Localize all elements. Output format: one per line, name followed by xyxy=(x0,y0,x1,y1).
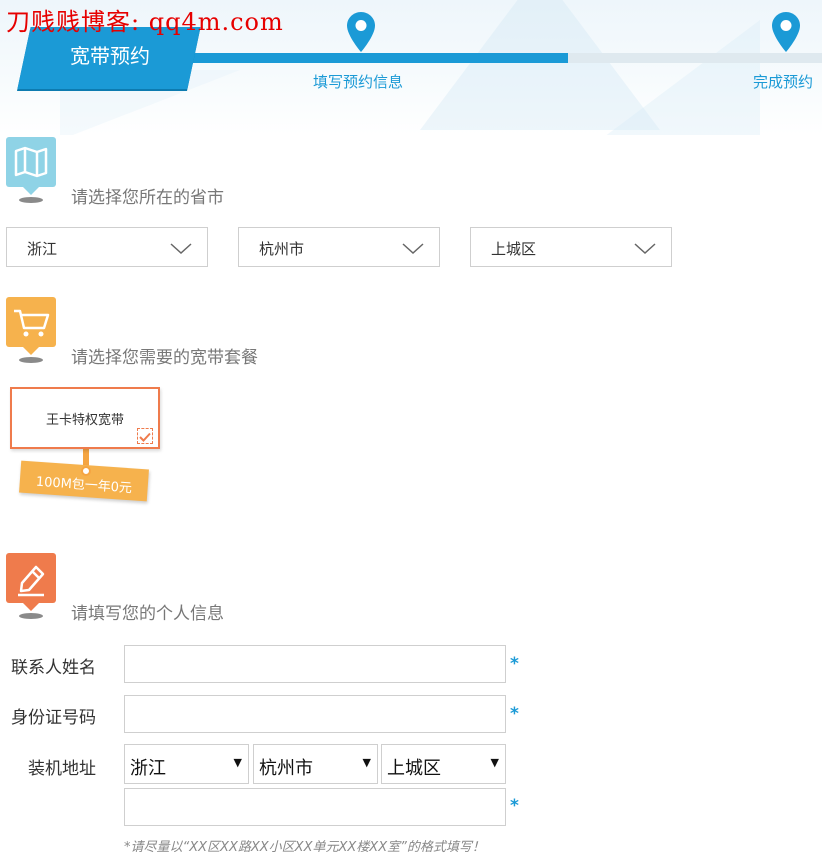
package-option-name: 王卡特权宽带 xyxy=(45,413,124,428)
section-icon-shadow xyxy=(19,197,43,203)
section-icon-tail xyxy=(23,347,39,355)
address-detail-input[interactable] xyxy=(124,788,506,826)
section-icon-tail xyxy=(23,603,39,611)
chevron-down-icon xyxy=(170,243,192,255)
city-select-value: 杭州市 xyxy=(259,240,305,258)
section-icon-tail xyxy=(23,187,39,195)
package-tag-knot xyxy=(81,466,91,476)
page-title: 宽带预约 xyxy=(70,44,150,68)
checkmark-icon xyxy=(139,432,151,442)
cart-icon xyxy=(6,297,56,347)
required-marker: * xyxy=(510,654,519,674)
district-select[interactable]: 上城区 xyxy=(470,227,672,267)
contact-name-input[interactable] xyxy=(124,645,506,683)
dropdown-arrow-icon: ▼ xyxy=(233,756,242,769)
step-marker-icon xyxy=(347,12,375,52)
id-number-input[interactable] xyxy=(124,695,506,733)
address-format-hint: *请尽量以“XX区XX路XX小区XX单元XX楼XX室”的格式填写！ xyxy=(124,840,485,855)
banner-decoration xyxy=(600,20,760,135)
progress-fill xyxy=(190,53,568,63)
province-select-value: 浙江 xyxy=(27,240,58,258)
dropdown-arrow-icon: ▼ xyxy=(490,756,499,769)
required-marker: * xyxy=(510,704,519,724)
watermark: 刀贱贱博客: qq4m.com xyxy=(6,8,284,36)
address-label: 装机地址 xyxy=(28,759,96,779)
dropdown-arrow-icon: ▼ xyxy=(362,756,371,769)
map-icon xyxy=(6,137,56,187)
province-select[interactable]: 浙江 xyxy=(6,227,208,267)
step-marker-icon xyxy=(772,12,800,52)
section-title-region: 请选择您所在的省市 xyxy=(71,188,224,208)
address-province-value: 浙江 xyxy=(130,758,166,779)
section-icon-shadow xyxy=(19,357,43,363)
section-title-personal: 请填写您的个人信息 xyxy=(71,604,224,624)
step-label-fill-info: 填写预约信息 xyxy=(313,73,404,91)
step-label-complete: 完成预约 xyxy=(753,73,814,91)
address-district-select[interactable]: 上城区 ▼ xyxy=(381,744,506,784)
address-province-select[interactable]: 浙江 ▼ xyxy=(124,744,249,784)
id-number-label: 身份证号码 xyxy=(11,708,96,728)
address-city-select[interactable]: 杭州市 ▼ xyxy=(253,744,378,784)
city-select[interactable]: 杭州市 xyxy=(238,227,440,267)
contact-name-label: 联系人姓名 xyxy=(11,658,96,678)
chevron-down-icon xyxy=(634,243,656,255)
pen-icon xyxy=(6,553,56,603)
required-marker: * xyxy=(510,796,519,816)
address-city-value: 杭州市 xyxy=(259,758,313,779)
address-district-value: 上城区 xyxy=(387,758,441,779)
district-select-value: 上城区 xyxy=(491,240,537,258)
package-selected-checkbox[interactable] xyxy=(137,428,153,444)
chevron-down-icon xyxy=(402,243,424,255)
section-title-package: 请选择您需要的宽带套餐 xyxy=(71,348,258,368)
section-icon-shadow xyxy=(19,613,43,619)
